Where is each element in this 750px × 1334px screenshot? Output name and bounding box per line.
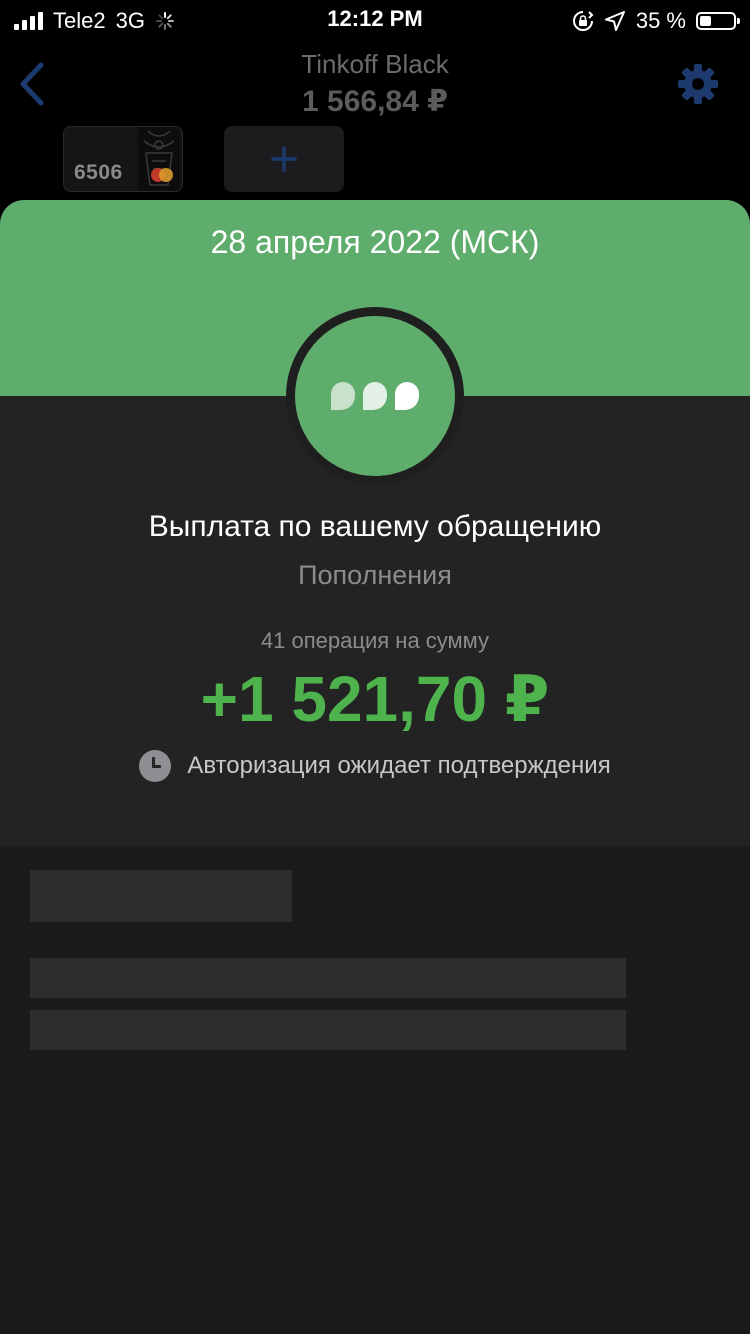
account-balance: 1 566,84 ₽	[302, 85, 448, 118]
operation-title: Выплата по вашему обращению	[148, 510, 602, 543]
battery-fill	[700, 16, 711, 26]
category-icon-circle	[295, 316, 455, 476]
add-card-button[interactable]	[224, 126, 344, 192]
plus-icon	[271, 146, 297, 172]
orientation-lock-icon	[572, 11, 594, 31]
battery-percent: 35 %	[635, 8, 686, 33]
chat-bubbles-icon	[331, 382, 419, 410]
clock-icon	[139, 750, 172, 782]
mastercard-icon	[151, 168, 173, 182]
status-bar: Tele2 3G 12:12 PM 35 %	[0, 0, 750, 40]
gear-icon	[678, 64, 718, 104]
skeleton-placeholder	[30, 958, 626, 998]
battery-icon	[696, 12, 740, 30]
location-arrow-icon	[604, 11, 625, 31]
operation-amount: +1 521,70 ₽	[200, 663, 550, 735]
card-thumbnail[interactable]: 6506	[63, 126, 183, 192]
operation-category: Пополнения	[298, 560, 452, 590]
authorization-status: Авторизация ожидает подтверждения	[0, 748, 750, 784]
skeleton-placeholder	[30, 1010, 626, 1050]
operation-count: 41 операция на сумму	[260, 628, 490, 653]
operation-date: 28 апреля 2022 (МСК)	[210, 224, 540, 260]
settings-button[interactable]	[672, 58, 724, 110]
account-title: Tinkoff Black	[301, 49, 449, 79]
status-right: 35 %	[572, 6, 740, 36]
authorization-status-text: Авторизация ожидает подтверждения	[187, 752, 611, 779]
skeleton-placeholder	[30, 870, 292, 922]
card-number: 6506	[74, 161, 123, 184]
